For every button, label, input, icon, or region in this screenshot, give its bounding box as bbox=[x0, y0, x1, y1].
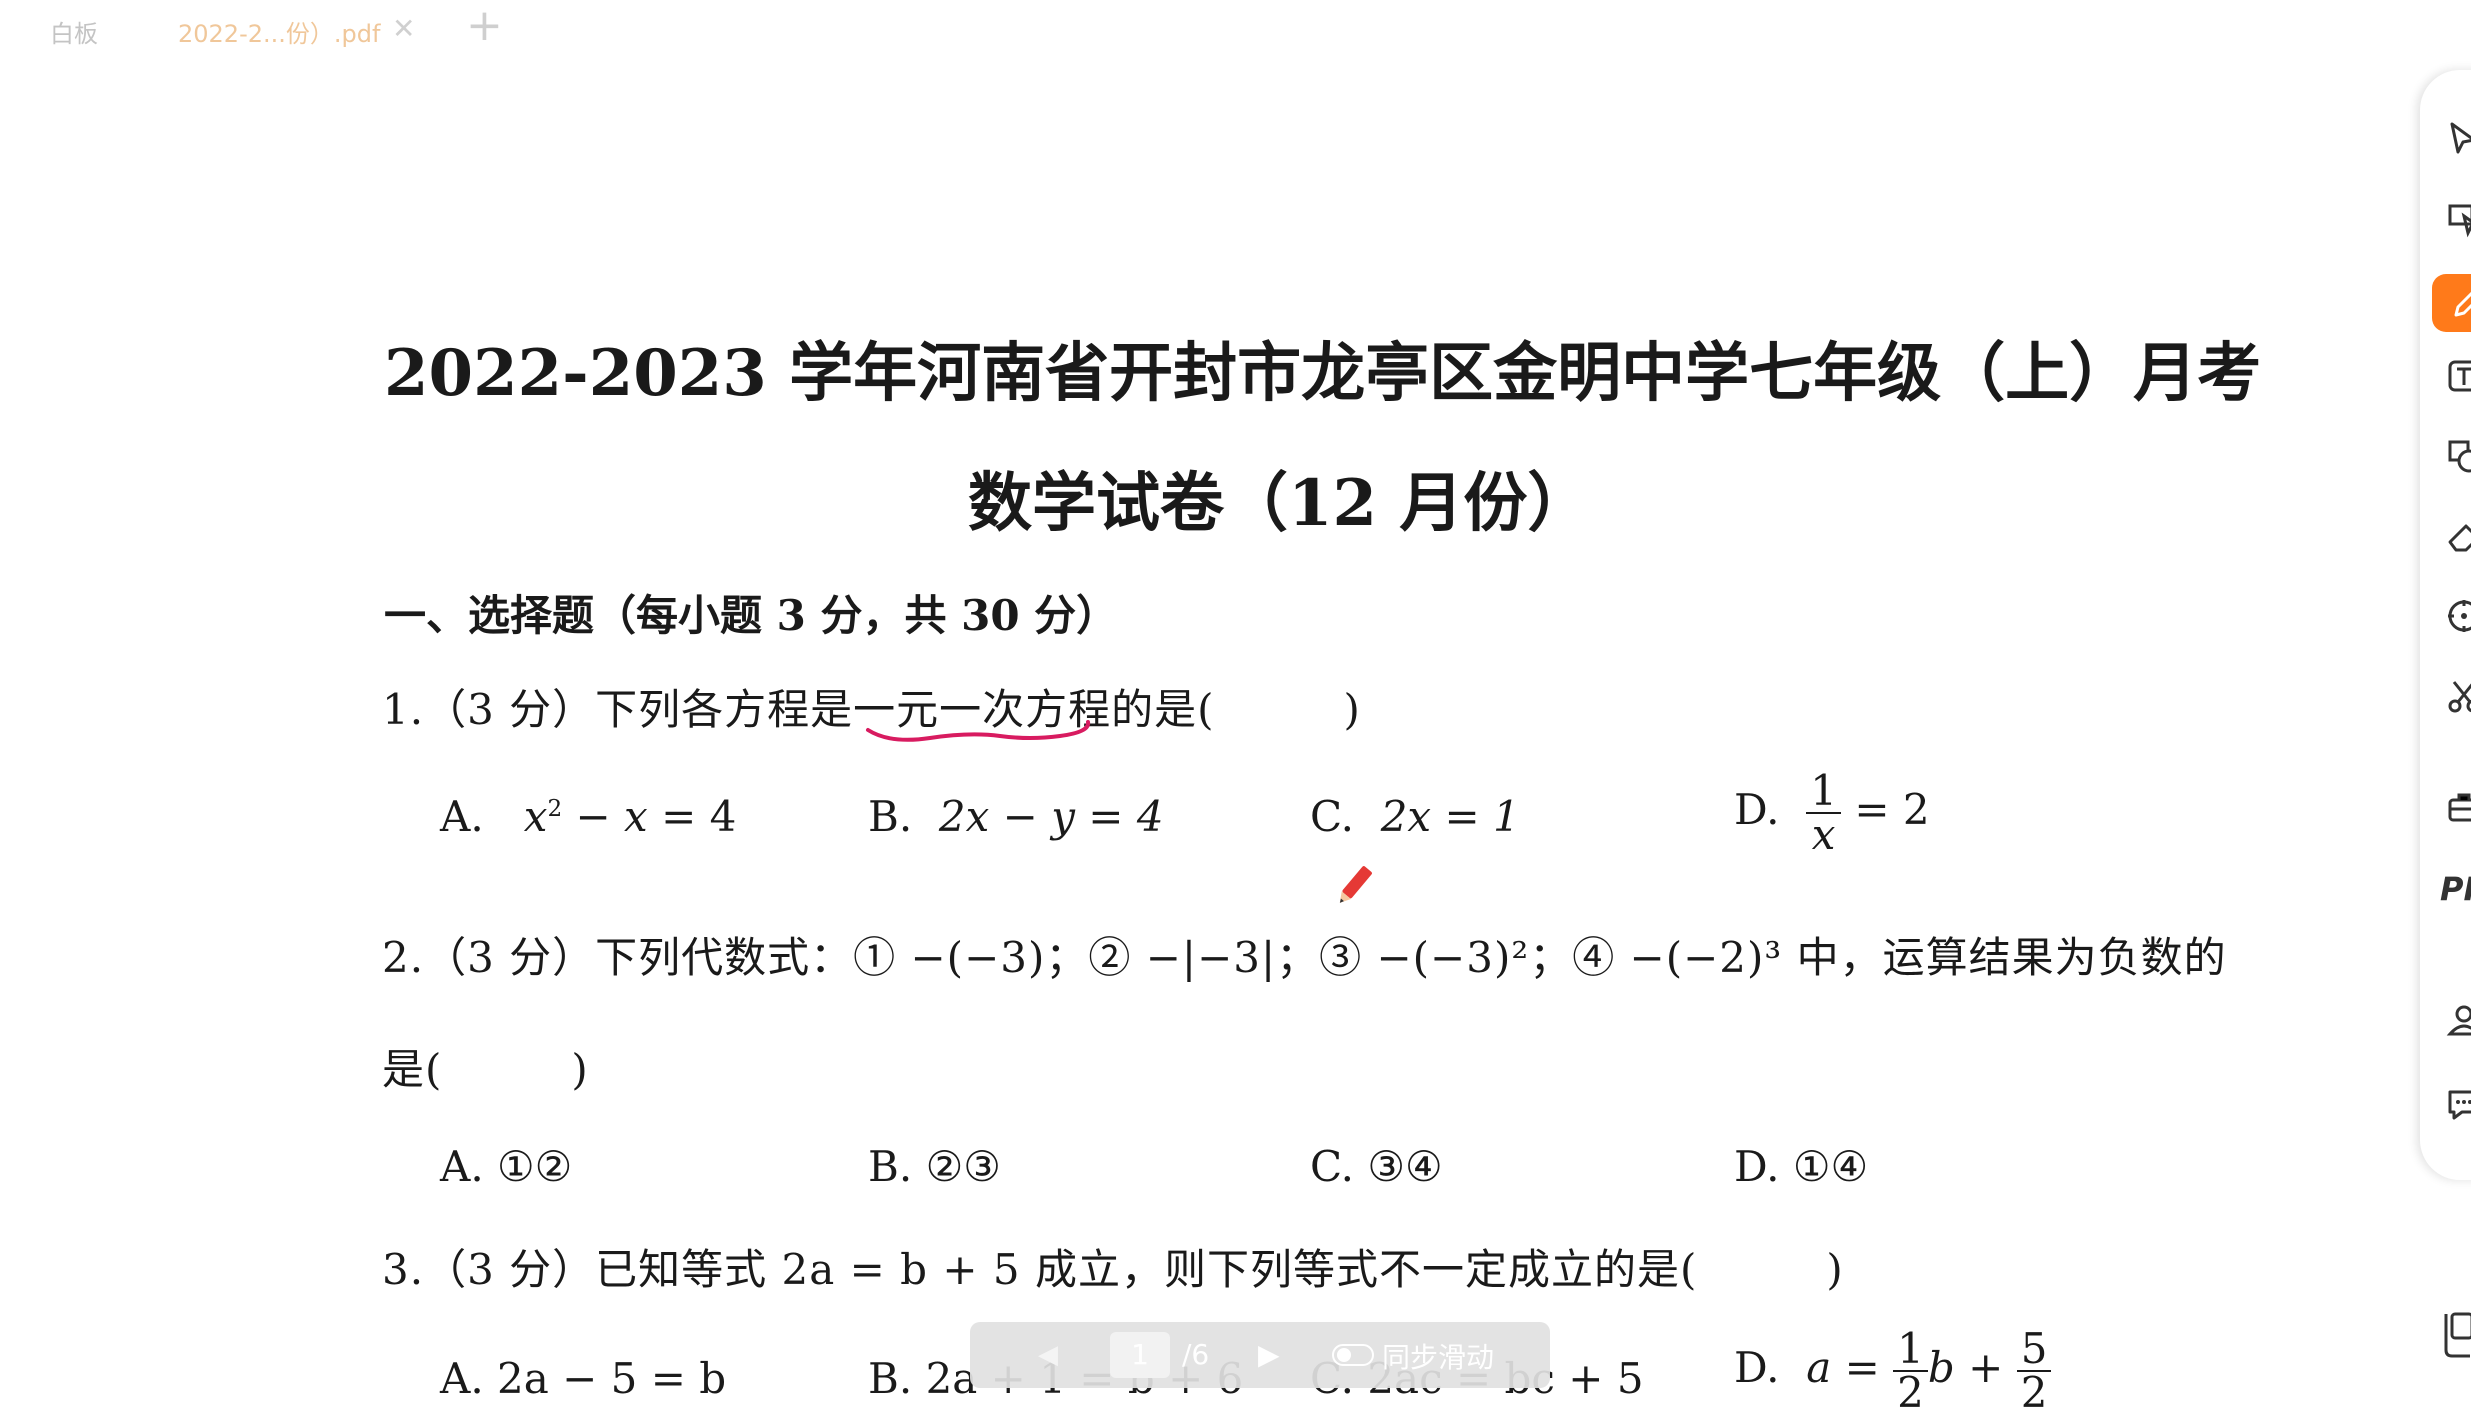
q3-option-a[interactable]: A. 2a − 5 = b bbox=[440, 1354, 726, 1403]
pdf-page: 2022-2023 学年河南省开封市龙亭区金明中学七年级（上）月考 数学试卷（1… bbox=[0, 0, 2400, 1414]
section-heading: 一、选择题（每小题 3 分，共 30 分） bbox=[384, 591, 1119, 640]
q1-option-b-label: B. bbox=[868, 792, 913, 841]
text-tool-icon[interactable] bbox=[2444, 356, 2471, 396]
user-icon[interactable] bbox=[2444, 1000, 2471, 1040]
current-page-input[interactable]: 1 bbox=[1110, 1332, 1170, 1378]
q2-option-a[interactable]: A. ①② bbox=[440, 1142, 572, 1191]
q1-stem-prefix: 1.（3 分）下列各方程是 bbox=[382, 685, 854, 734]
q3-option-d-fraction-1: 12 bbox=[1893, 1328, 1928, 1414]
page-navigator: ◀ 1 /6 ▶ 同步滑动 bbox=[970, 1322, 1550, 1388]
question-2-stem-line1: 2.（3 分）下列代数式：① −(−3)；② −|−3|；③ −(−3)²；④ … bbox=[382, 933, 2227, 982]
q1-option-d-rhs: = 2 bbox=[1854, 785, 1930, 834]
question-2-stem-line2: 是( ) bbox=[382, 1045, 589, 1094]
pen-tool-icon[interactable] bbox=[2432, 274, 2471, 332]
ink-underline-annotation bbox=[866, 720, 1091, 742]
shape-tool-icon[interactable] bbox=[2444, 436, 2471, 476]
sync-scroll-toggle[interactable] bbox=[1332, 1344, 1374, 1366]
q1-option-d-label: D. bbox=[1734, 785, 1780, 834]
eraser-icon[interactable] bbox=[2444, 516, 2471, 556]
q3-option-d-mid: b + bbox=[1927, 1343, 2017, 1392]
ppt-tool-label[interactable]: PP bbox=[2440, 870, 2471, 908]
q3-option-d-fraction-2: 52 bbox=[2016, 1328, 2052, 1414]
prev-page-icon[interactable]: ◀ bbox=[1038, 1340, 1058, 1370]
q1-option-d-fraction: 1x bbox=[1806, 770, 1841, 856]
q1-option-b[interactable]: B. 2x − y = 4 bbox=[868, 792, 1164, 841]
toolbox-icon[interactable] bbox=[2444, 788, 2471, 828]
q2-option-d[interactable]: D. ①④ bbox=[1734, 1142, 1868, 1191]
select-cursor-icon[interactable] bbox=[2444, 118, 2471, 158]
sync-scroll-label: 同步滑动 bbox=[1382, 1341, 1495, 1374]
pen-cursor-icon bbox=[1339, 866, 1372, 903]
q2-option-c[interactable]: C. ③④ bbox=[1310, 1142, 1443, 1191]
q3-option-d-lhs: a = bbox=[1806, 1343, 1894, 1392]
q1-option-a-expr: x2 − x = 4 bbox=[523, 792, 737, 841]
screen-select-icon[interactable] bbox=[2444, 198, 2471, 238]
next-page-icon[interactable]: ▶ bbox=[1258, 1338, 1280, 1371]
q1-option-c[interactable]: C. 2x = 1 bbox=[1310, 792, 1520, 841]
page-total: /6 bbox=[1182, 1338, 1210, 1371]
question-3-stem: 3.（3 分）已知等式 2a = b + 5 成立，则下列等式不一定成立的是( … bbox=[382, 1245, 1844, 1294]
comment-icon[interactable] bbox=[2444, 1084, 2471, 1124]
annotation-toolbar: PP bbox=[2420, 70, 2471, 1180]
doc-title-line2: 数学试卷（12 月份） bbox=[968, 466, 1592, 541]
q1-option-b-expr: 2x − y = 4 bbox=[938, 792, 1164, 841]
doc-title-line1: 2022-2023 学年河南省开封市龙亭区金明中学七年级（上）月考 bbox=[384, 336, 2262, 411]
whiteboard-stand-icon[interactable] bbox=[2436, 1310, 2471, 1360]
q2-option-b[interactable]: B. ②③ bbox=[868, 1142, 1001, 1191]
q1-option-a[interactable]: A. x2 − x = 4 bbox=[440, 792, 736, 841]
q1-option-a-label: A. bbox=[440, 792, 484, 841]
q1-stem-suffix: 的是( ) bbox=[1111, 685, 1361, 734]
q3-option-d-label: D. bbox=[1734, 1343, 1780, 1392]
q3-option-d[interactable]: D. a = 12b + 52 bbox=[1734, 1328, 2052, 1414]
q1-option-d[interactable]: D. 1x = 2 bbox=[1734, 770, 1930, 856]
scissors-icon[interactable] bbox=[2444, 676, 2471, 716]
q1-option-c-label: C. bbox=[1310, 792, 1354, 841]
laser-pointer-icon[interactable] bbox=[2444, 596, 2471, 636]
q1-option-c-expr: 2x = 1 bbox=[1380, 792, 1520, 841]
